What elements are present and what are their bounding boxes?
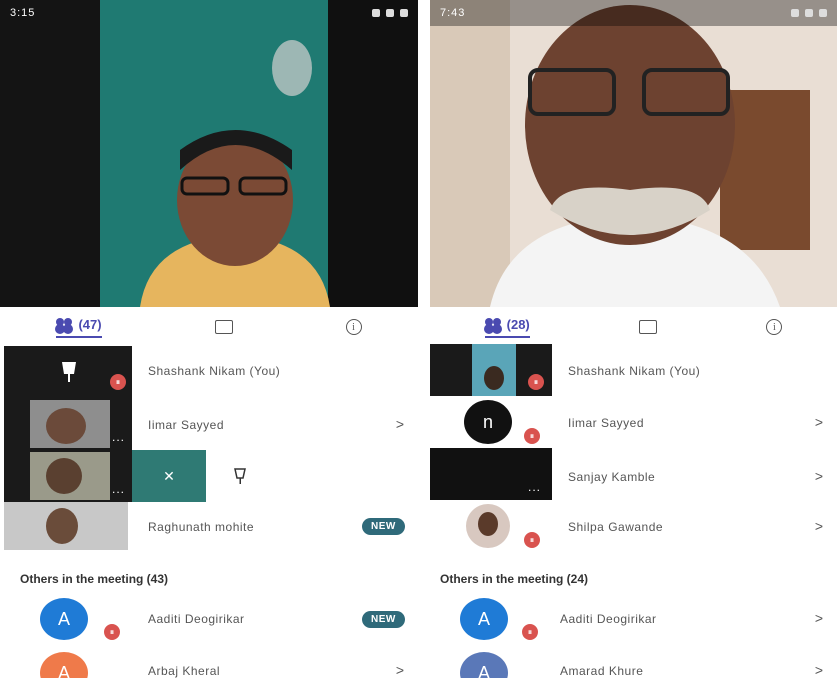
participant-name: Sanjay Kamble	[568, 470, 656, 484]
more-options-icon[interactable]: ...	[112, 430, 125, 444]
signal-icon	[805, 9, 813, 17]
participant-row[interactable]: ... ✕	[0, 450, 418, 502]
participant-thumbnail	[4, 502, 128, 550]
signal-icon	[386, 9, 394, 17]
status-icons	[372, 9, 408, 17]
participant-row[interactable]: ⏸ Shashank Nikam (You)	[430, 344, 837, 396]
participant-thumbnail: ⏸	[4, 346, 132, 398]
tab-chat[interactable]	[639, 320, 658, 334]
main-video-feed: 3:15	[0, 0, 418, 307]
meeting-tabs: (47) i	[0, 310, 418, 344]
chevron-right-icon[interactable]: >	[815, 468, 823, 484]
participant-row[interactable]: ... Sanjay Kamble >	[430, 448, 837, 500]
status-time: 7:43	[440, 7, 466, 19]
right-screenshot: 7:43 (28) i ⏸ Shashank Nikam (You) n ⏸ I…	[430, 0, 837, 678]
meeting-tabs: (28) i	[430, 310, 837, 344]
participant-video	[30, 452, 110, 500]
tab-info[interactable]: i	[345, 319, 362, 335]
more-options-icon[interactable]: ...	[112, 482, 125, 496]
participant-thumbnail: ...	[4, 450, 132, 502]
chevron-right-icon[interactable]: >	[815, 414, 823, 430]
participant-thumbnail: ⏸	[430, 344, 552, 396]
participant-thumbnail: ...	[430, 448, 552, 500]
participant-name: Iimar Sayyed	[568, 416, 645, 430]
people-icon	[56, 318, 74, 330]
avatar: n	[464, 400, 512, 444]
main-video-feed: 7:43	[430, 0, 837, 307]
participant-video	[472, 344, 516, 396]
chevron-right-icon[interactable]: >	[815, 662, 823, 678]
tab-info[interactable]: i	[766, 319, 783, 335]
other-participant-row[interactable]: A Amarad Khure >	[430, 650, 837, 678]
chevron-right-icon[interactable]: >	[396, 416, 404, 432]
video-frame-right	[430, 0, 837, 307]
participant-thumbnail: ...	[4, 398, 132, 450]
chevron-right-icon[interactable]: >	[815, 610, 823, 626]
wifi-icon	[819, 9, 827, 17]
muted-mic-icon: ⏸	[104, 624, 120, 640]
participant-name: Raghunath mohite	[148, 520, 255, 534]
muted-mic-icon: ⏸	[522, 624, 538, 640]
participant-name: Shashank Nikam (You)	[148, 364, 281, 378]
battery-icon	[372, 9, 380, 17]
info-icon: i	[766, 319, 783, 335]
participants-count: (28)	[506, 316, 530, 332]
others-heading: Others in the meeting (24)	[440, 572, 589, 586]
people-icon	[484, 318, 503, 330]
participants-count: (47)	[78, 316, 102, 332]
muted-mic-icon: ⏸	[524, 532, 540, 548]
chat-icon	[214, 320, 233, 334]
remove-pin-button[interactable]: ✕	[132, 450, 206, 502]
new-badge: NEW	[362, 518, 405, 535]
participant-row[interactable]: ⏸ Shilpa Gawande >	[430, 500, 837, 552]
participant-name: Shashank Nikam (You)	[568, 364, 701, 378]
participant-row[interactable]: ... Iimar Sayyed >	[0, 398, 418, 450]
left-screenshot: 3:15 (47) i ⏸ Shashank Nikam (You) ... I…	[0, 0, 418, 678]
more-options-icon[interactable]: ...	[528, 480, 541, 494]
muted-mic-icon: ⏸	[524, 428, 540, 444]
pin-outline-icon[interactable]	[232, 467, 248, 485]
avatar: A	[460, 652, 508, 678]
participant-name: Iimar Sayyed	[148, 418, 225, 432]
battery-icon	[791, 9, 799, 17]
tab-chat[interactable]	[214, 320, 233, 334]
info-icon: i	[345, 319, 362, 335]
participant-name: Shilpa Gawande	[568, 520, 664, 534]
participant-name: Aaditi Deogirikar	[560, 612, 657, 626]
chevron-right-icon[interactable]: >	[815, 518, 823, 534]
new-badge: NEW	[362, 611, 405, 628]
wifi-icon	[400, 9, 408, 17]
chevron-right-icon[interactable]: >	[396, 662, 404, 678]
chat-icon	[639, 320, 658, 334]
avatar: A	[40, 598, 88, 640]
participant-row[interactable]: Raghunath mohite NEW	[0, 502, 418, 554]
status-time: 3:15	[10, 7, 36, 19]
tab-participants[interactable]: (47)	[56, 316, 102, 338]
participant-name: Amarad Khure	[560, 664, 644, 678]
participant-name: Arbaj Kheral	[148, 664, 221, 678]
avatar: A	[40, 652, 88, 678]
status-icons	[791, 9, 827, 17]
avatar: A	[460, 598, 508, 640]
participant-row[interactable]: n ⏸ Iimar Sayyed >	[430, 396, 837, 448]
pin-icon	[62, 362, 76, 382]
video-frame-left	[0, 0, 418, 307]
muted-mic-icon: ⏸	[528, 374, 544, 390]
other-participant-row[interactable]: A ⏸ Aaditi Deogirikar >	[430, 596, 837, 648]
other-participant-row[interactable]: A ⏸ Aaditi Deogirikar NEW	[0, 596, 418, 648]
muted-mic-icon: ⏸	[110, 374, 126, 390]
other-participant-row[interactable]: A Arbaj Kheral >	[0, 650, 418, 678]
participant-video	[30, 400, 110, 448]
participant-name: Aaditi Deogirikar	[148, 612, 245, 626]
status-bar: 3:15	[0, 0, 418, 26]
others-heading: Others in the meeting (43)	[20, 572, 169, 586]
tab-participants[interactable]: (28)	[484, 316, 530, 338]
participant-row[interactable]: ⏸ Shashank Nikam (You)	[0, 346, 418, 398]
avatar	[466, 504, 510, 548]
status-bar: 7:43	[430, 0, 837, 26]
participant-video	[4, 502, 128, 550]
